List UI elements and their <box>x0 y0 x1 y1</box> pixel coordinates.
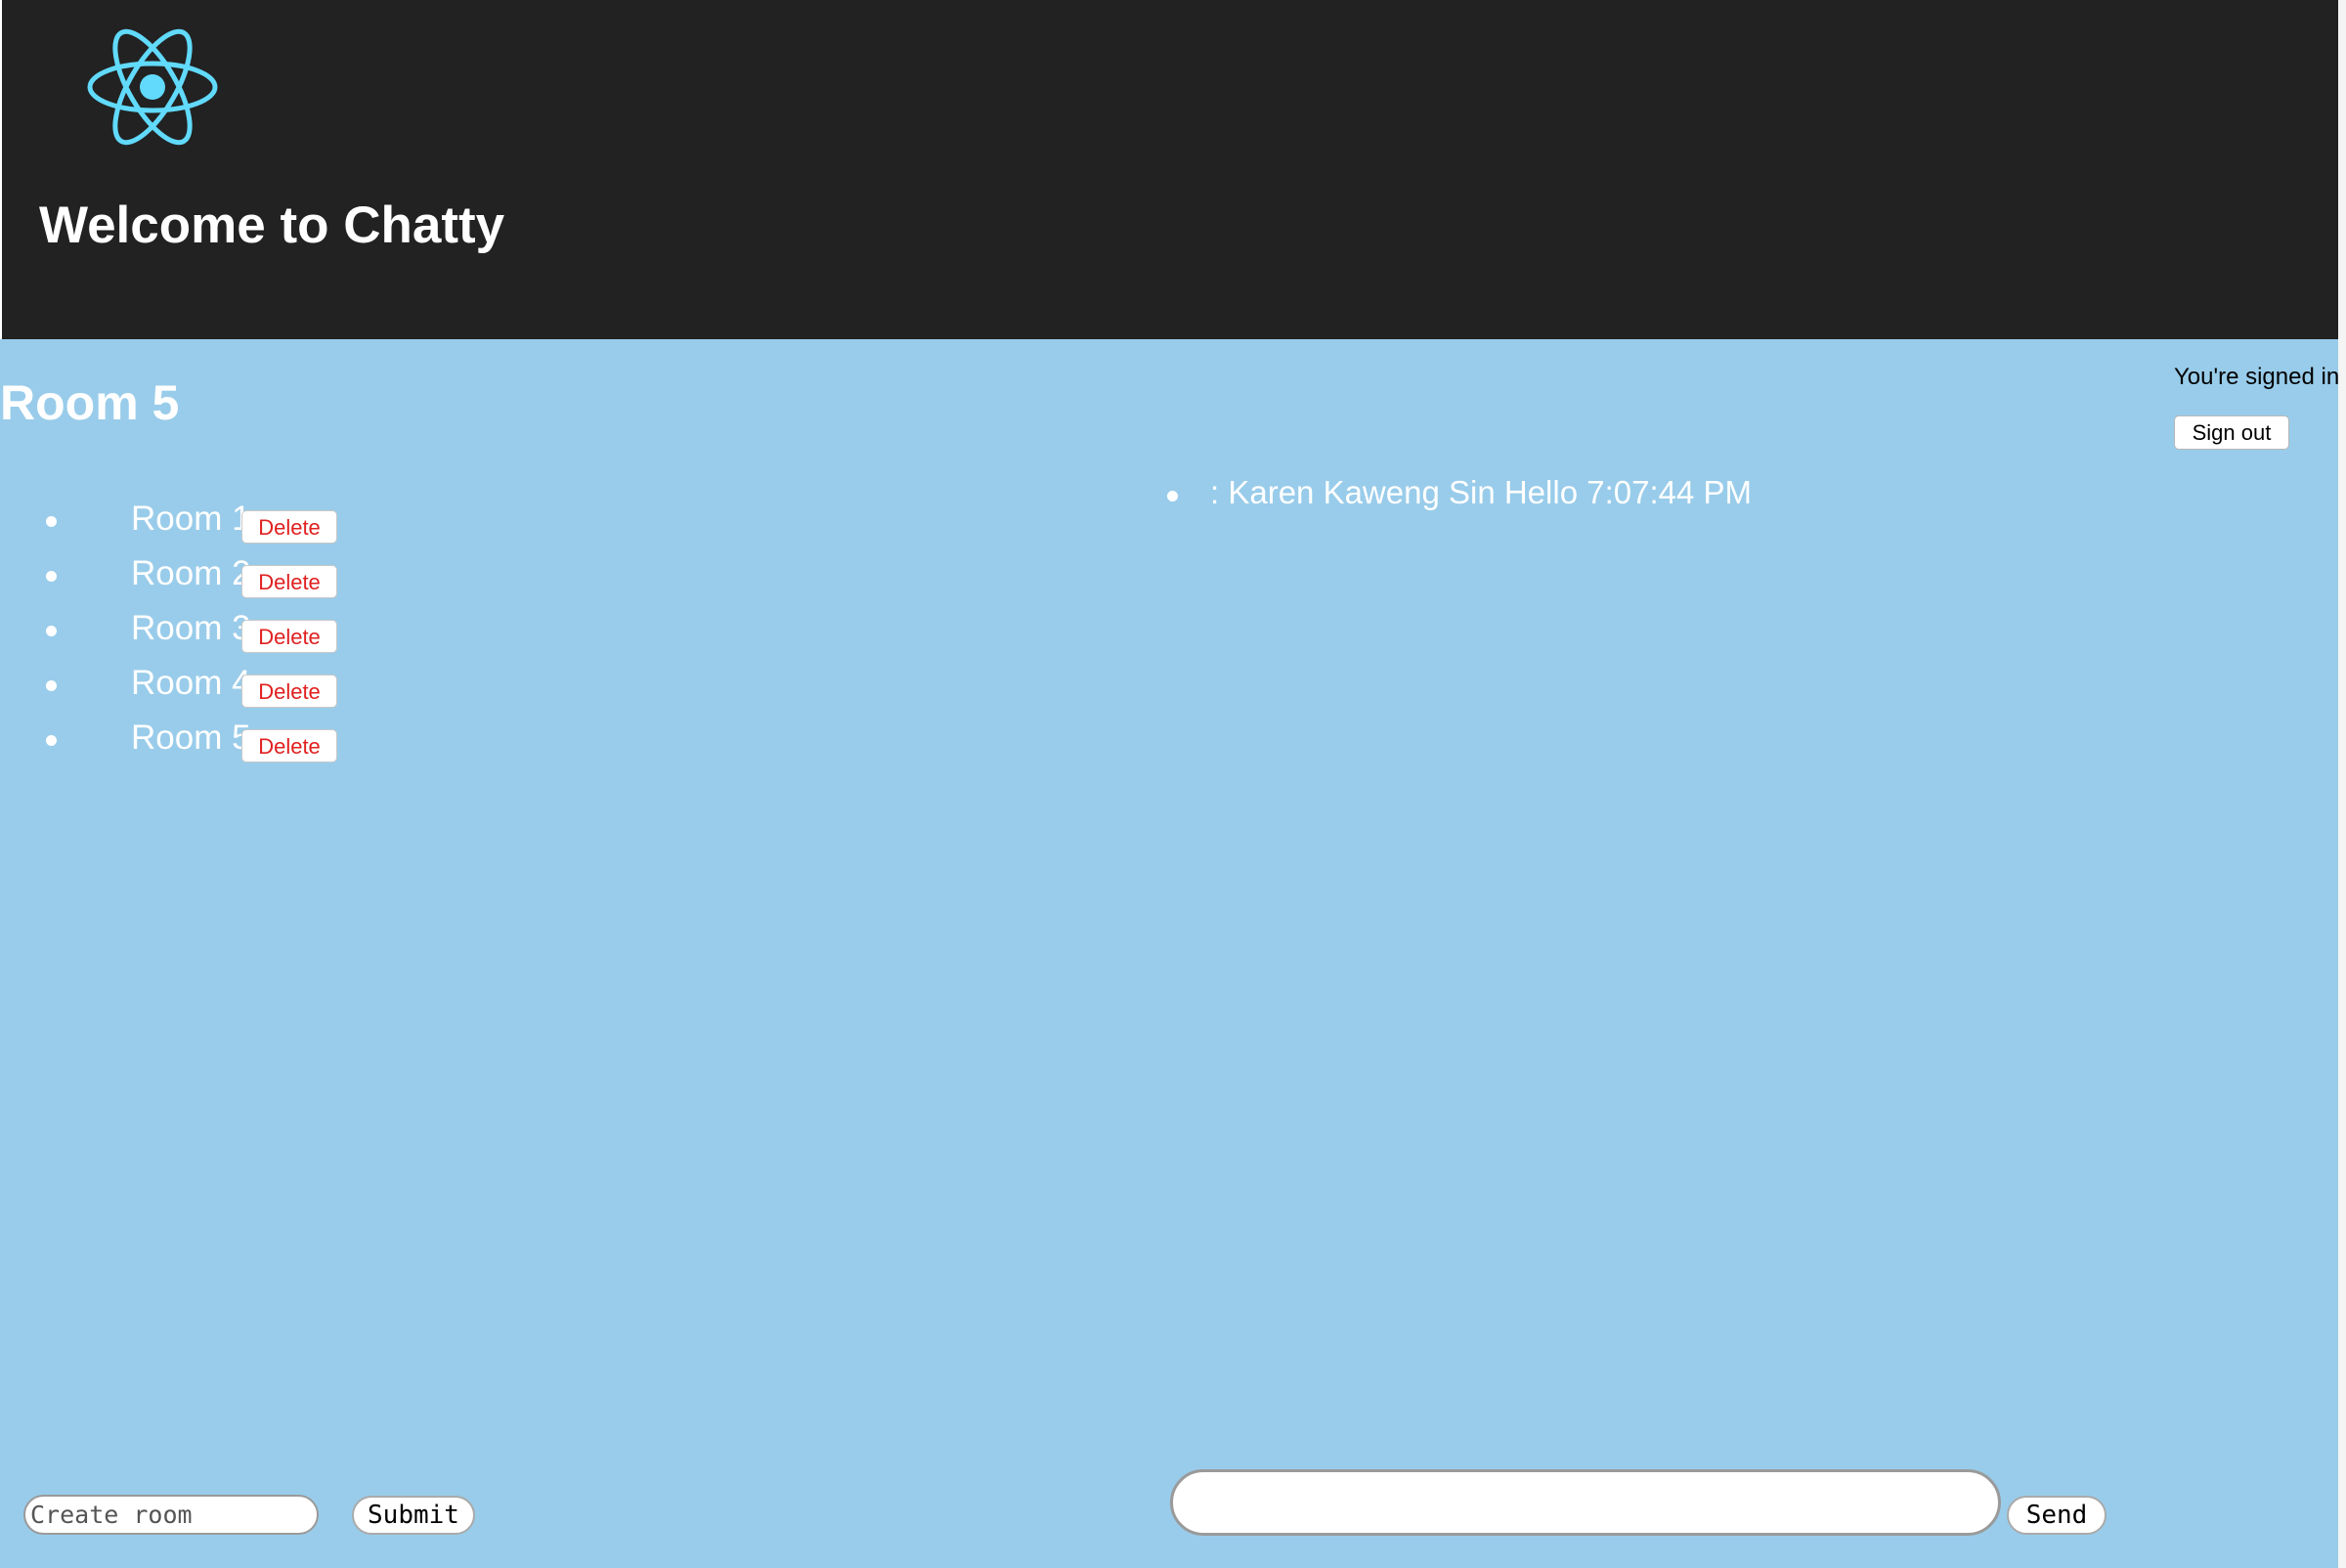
app-title: Welcome to Chatty <box>39 196 505 254</box>
bullet-icon <box>46 735 57 746</box>
room-list-item: Room 2 Delete <box>0 549 411 604</box>
message-text: : Karen Kaweng Sin Hello 7:07:44 PM <box>1210 474 1752 510</box>
bullet-icon <box>46 516 57 527</box>
create-room-input[interactable] <box>23 1495 319 1535</box>
submit-room-button[interactable]: Submit <box>352 1496 475 1535</box>
room-link[interactable]: Room 2 <box>131 554 251 593</box>
delete-room-button[interactable]: Delete <box>241 729 337 762</box>
sign-out-button[interactable]: Sign out <box>2174 415 2289 450</box>
room-link[interactable]: Room 3 <box>131 609 251 648</box>
bullet-icon <box>46 571 57 582</box>
delete-room-button[interactable]: Delete <box>241 620 337 653</box>
signed-in-status: You're signed in <box>2174 364 2340 390</box>
room-link[interactable]: Room 5 <box>131 719 251 758</box>
bullet-icon <box>46 680 57 691</box>
message-list: : Karen Kaweng Sin Hello 7:07:44 PM <box>1163 471 1945 520</box>
room-list-item: Room 1 Delete <box>0 495 411 549</box>
room-list-item: Room 5 Delete <box>0 714 411 768</box>
message-item: : Karen Kaweng Sin Hello 7:07:44 PM <box>1163 471 1945 520</box>
bullet-icon <box>1167 491 1178 501</box>
delete-room-button[interactable]: Delete <box>241 510 337 544</box>
current-room-title: Room 5 <box>0 375 180 430</box>
room-list: Room 1 Delete Room 2 Delete Room 3 Delet… <box>0 495 411 768</box>
app-header: Welcome to Chatty <box>0 0 2340 339</box>
room-link[interactable]: Room 4 <box>131 664 251 703</box>
delete-room-button[interactable]: Delete <box>241 565 337 598</box>
react-atom-icon <box>87 28 218 146</box>
scrollbar[interactable] <box>2338 0 2346 1568</box>
bullet-icon <box>46 626 57 636</box>
room-list-item: Room 3 Delete <box>0 604 411 659</box>
message-input[interactable] <box>1170 1469 2001 1536</box>
room-link[interactable]: Room 1 <box>131 500 251 539</box>
send-button[interactable]: Send <box>2007 1496 2107 1535</box>
room-list-item: Room 4 Delete <box>0 659 411 714</box>
delete-room-button[interactable]: Delete <box>241 675 337 708</box>
